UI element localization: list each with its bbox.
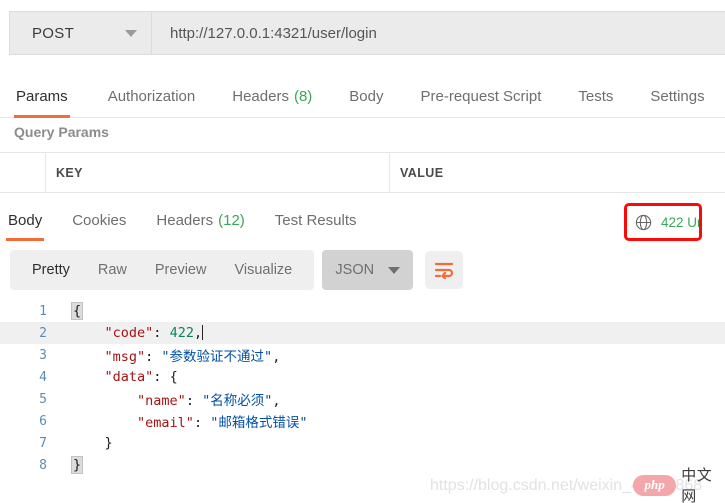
word-wrap-icon bbox=[435, 262, 454, 279]
http-method-label: POST bbox=[32, 24, 75, 42]
code-brace-open: { bbox=[70, 302, 84, 320]
query-params-table: KEY VALUE bbox=[0, 152, 725, 199]
tab-headers-label: Headers bbox=[232, 88, 289, 105]
postman-response-screen: POST http://127.0.0.1:4321/user/login Pa… bbox=[0, 0, 725, 503]
query-params-title: Query Params bbox=[14, 124, 109, 140]
json-string: "邮箱格式错误" bbox=[210, 415, 308, 431]
tab-pre-request-script-label: Pre-request Script bbox=[420, 88, 542, 105]
line-number: 4 bbox=[39, 369, 47, 385]
line-number: 7 bbox=[39, 435, 47, 451]
response-tab-headers[interactable]: Headers (12) bbox=[154, 199, 246, 241]
code-line: 3 "msg": "参数验证不通过", bbox=[0, 344, 725, 366]
code-brace-close: } bbox=[70, 456, 84, 474]
code-line: 2 "code": 422, bbox=[0, 322, 725, 344]
response-tab-cookies[interactable]: Cookies bbox=[70, 199, 128, 241]
tab-params[interactable]: Params bbox=[14, 76, 70, 118]
tab-body-label: Body bbox=[349, 88, 384, 105]
json-string: "名称必须" bbox=[202, 393, 273, 409]
php-logo-suffix: 中文网 bbox=[681, 467, 713, 503]
active-tab-underline bbox=[14, 114, 70, 118]
chevron-down-icon bbox=[388, 266, 401, 274]
code-line: 5 "name": "名称必须", bbox=[0, 388, 725, 410]
tab-authorization[interactable]: Authorization bbox=[106, 76, 198, 118]
view-preview-button[interactable]: Preview bbox=[141, 250, 221, 290]
line-number: 8 bbox=[39, 457, 47, 473]
response-tab-body-label: Body bbox=[8, 211, 43, 229]
tab-body[interactable]: Body bbox=[347, 76, 385, 118]
request-url-bar: POST http://127.0.0.1:4321/user/login bbox=[9, 11, 725, 55]
tab-tests-label: Tests bbox=[578, 88, 614, 105]
tab-params-label: Params bbox=[16, 88, 68, 105]
code-line: 1 { bbox=[0, 300, 725, 322]
globe-icon bbox=[635, 214, 652, 230]
json-key: "code" bbox=[104, 325, 154, 341]
response-tab-test-results-label: Test Results bbox=[274, 211, 357, 229]
line-number: 5 bbox=[39, 391, 47, 407]
text-cursor bbox=[202, 325, 204, 340]
view-raw-button[interactable]: Raw bbox=[84, 250, 141, 290]
json-key: "email" bbox=[137, 415, 194, 431]
code-brace-close: } bbox=[104, 435, 113, 451]
json-key: "msg" bbox=[104, 349, 146, 365]
line-number: 6 bbox=[39, 413, 47, 429]
line-number: 3 bbox=[39, 347, 47, 363]
http-method-select[interactable]: POST bbox=[9, 11, 152, 55]
json-string: "参数验证不通过" bbox=[161, 349, 273, 365]
view-visualize-button[interactable]: Visualize bbox=[220, 250, 306, 290]
view-pretty-button[interactable]: Pretty bbox=[18, 250, 84, 290]
tab-headers-count: (8) bbox=[293, 88, 313, 105]
php-logo-icon: php bbox=[633, 474, 677, 496]
tab-headers[interactable]: Headers (8) bbox=[230, 76, 314, 118]
query-params-value-column: VALUE bbox=[400, 166, 444, 180]
response-body-editor[interactable]: 1 { 2 "code": 422, 3 "msg": "参数验证不通过", 4… bbox=[0, 300, 725, 485]
tab-pre-request-script[interactable]: Pre-request Script bbox=[419, 76, 544, 118]
code-brace-open: { bbox=[169, 369, 178, 385]
active-response-tab-underline bbox=[6, 238, 45, 241]
response-tab-headers-label: Headers bbox=[156, 211, 214, 229]
code-line: 8 } bbox=[0, 454, 725, 476]
line-number: 1 bbox=[39, 303, 47, 319]
response-view-switch: Pretty Raw Preview Visualize bbox=[10, 250, 315, 290]
code-line: 4 "data": { bbox=[0, 366, 725, 388]
code-line: 6 "email": "邮箱格式错误" bbox=[0, 410, 725, 432]
tab-settings-label: Settings bbox=[650, 88, 705, 105]
tab-settings[interactable]: Settings bbox=[648, 76, 706, 118]
response-status-text: 422 Unpro bbox=[661, 214, 699, 230]
response-tabs: Body Cookies Headers (12) Test Results bbox=[0, 199, 725, 241]
request-tabs: Params Authorization Headers (8) Body Pr… bbox=[0, 76, 725, 118]
json-key: "data" bbox=[104, 369, 154, 385]
tab-tests[interactable]: Tests bbox=[576, 76, 615, 118]
code-line: 7 } bbox=[0, 432, 725, 454]
tab-authorization-label: Authorization bbox=[107, 88, 196, 105]
response-tab-body[interactable]: Body bbox=[6, 199, 45, 241]
chevron-down-icon bbox=[125, 29, 137, 37]
response-format-label: JSON bbox=[335, 262, 375, 278]
query-params-header-row: KEY VALUE bbox=[0, 153, 725, 193]
php-chinese-logo: php 中文网 bbox=[633, 464, 725, 503]
response-format-select[interactable]: JSON bbox=[322, 250, 414, 290]
line-number: 2 bbox=[39, 325, 47, 341]
response-tab-cookies-label: Cookies bbox=[72, 211, 127, 229]
query-params-key-column: KEY bbox=[46, 153, 390, 193]
query-params-select-column bbox=[0, 153, 46, 193]
json-number: 422 bbox=[169, 325, 194, 341]
response-body-toolbar: Pretty Raw Preview Visualize JSON bbox=[10, 250, 464, 290]
response-status-highlight: 422 Unpro bbox=[624, 203, 702, 241]
response-tab-headers-count: (12) bbox=[218, 211, 245, 229]
word-wrap-button[interactable] bbox=[425, 251, 464, 289]
response-tab-test-results[interactable]: Test Results bbox=[273, 199, 359, 241]
request-url-input[interactable]: http://127.0.0.1:4321/user/login bbox=[152, 11, 725, 55]
json-key: "name" bbox=[137, 393, 186, 409]
